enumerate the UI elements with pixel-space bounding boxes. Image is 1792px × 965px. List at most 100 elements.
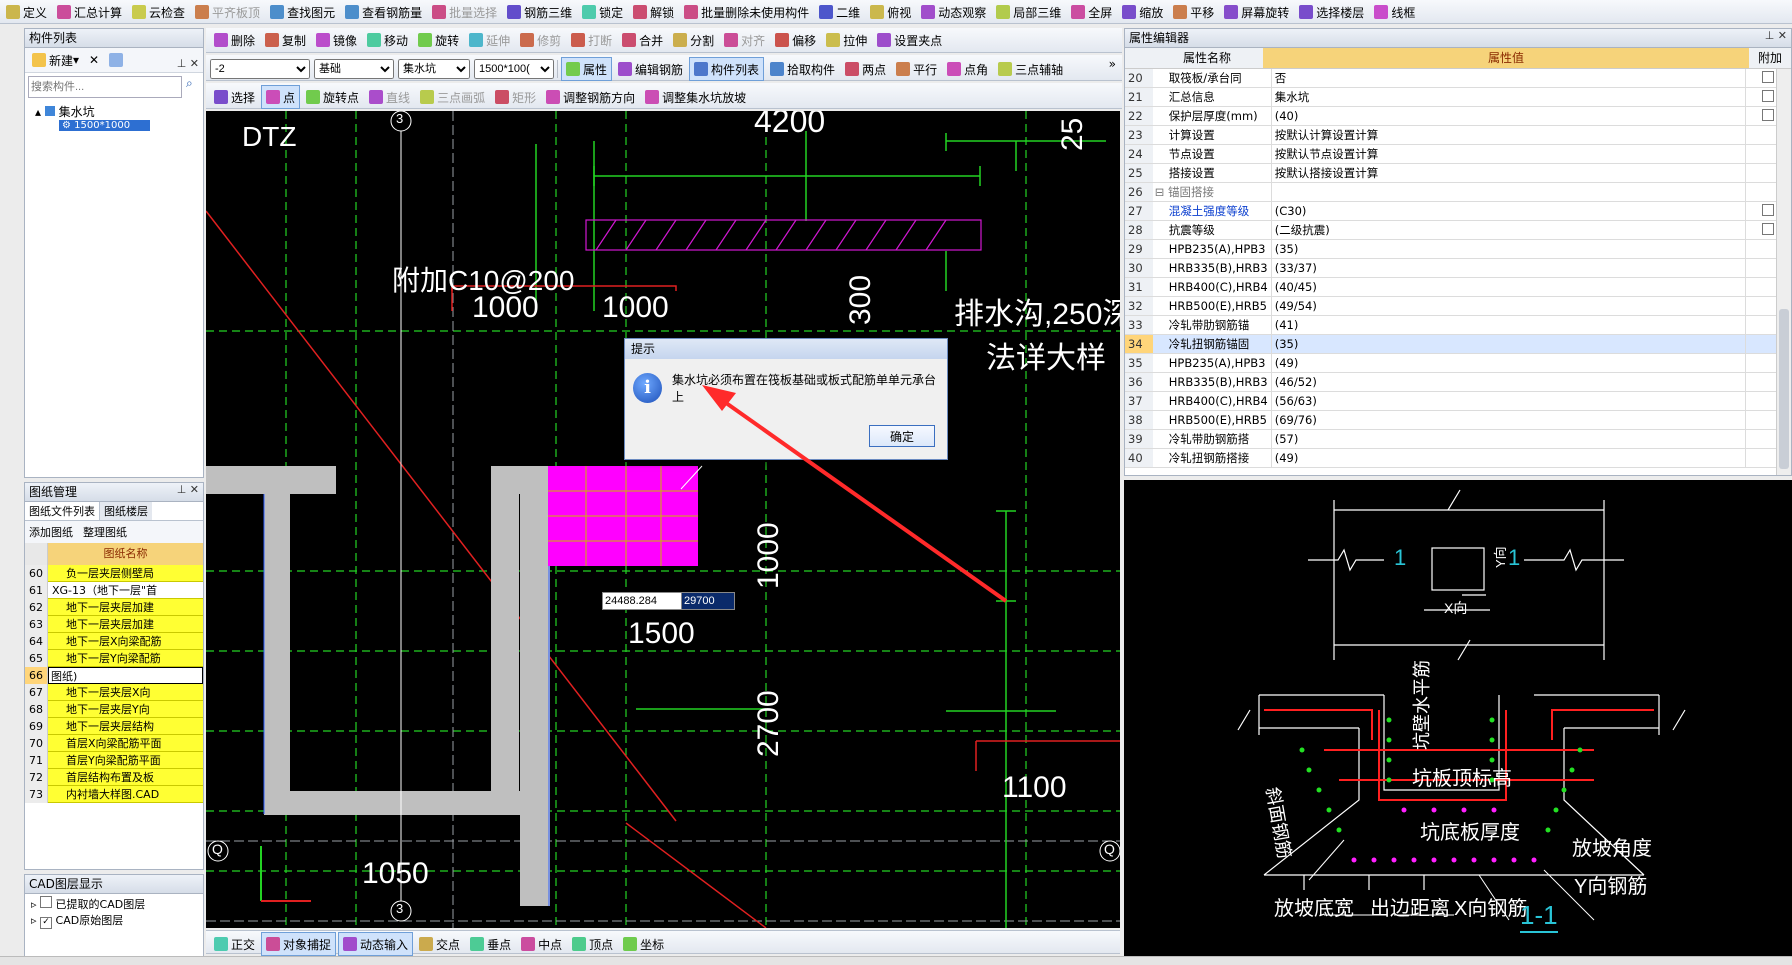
edit-tool-8[interactable]: 合并: [618, 29, 667, 51]
menu-item-9[interactable]: 解锁: [629, 1, 678, 23]
property-row[interactable]: 24 节点设置 按默认节点设置计算: [1125, 144, 1791, 164]
status-toggle-0[interactable]: 正交: [210, 933, 259, 955]
close-icon[interactable]: ⊥ ✕: [1765, 29, 1787, 42]
edit-tool-0[interactable]: 删除: [210, 29, 259, 51]
component-tool-3[interactable]: 拾取构件: [766, 58, 839, 80]
property-row[interactable]: 23 计算设置 按默认计算设置计算: [1125, 125, 1791, 145]
copy-component-button[interactable]: [105, 49, 130, 71]
checkbox[interactable]: [40, 896, 53, 908]
component-tool-2[interactable]: 构件列表: [689, 57, 765, 81]
drawing-row[interactable]: 68 地下一层夹层Y向: [25, 701, 203, 718]
property-row[interactable]: 38 HRB500(E),HRB5 (69/76): [1125, 410, 1791, 430]
property-row[interactable]: 34 冷轧扭钢筋锚固 (35): [1125, 334, 1791, 354]
draw-tool-4[interactable]: 三点画弧: [416, 86, 489, 108]
menu-item-14[interactable]: 局部三维: [992, 1, 1065, 23]
drawing-row[interactable]: 67 地下一层夹层X向: [25, 684, 203, 701]
category-select[interactable]: 基础: [314, 59, 394, 79]
layer-original[interactable]: ▹ ✓ CAD原始图层: [31, 912, 197, 929]
component-tool-1[interactable]: 编辑钢筋: [614, 58, 687, 80]
drawing-row[interactable]: 66 图纸): [25, 667, 203, 684]
menu-item-16[interactable]: 缩放: [1118, 1, 1167, 23]
drawing-row[interactable]: 60 负一层夹层侧壁局: [25, 565, 203, 582]
menu-item-3[interactable]: 平齐板顶: [191, 1, 264, 23]
menu-item-15[interactable]: 全屏: [1067, 1, 1116, 23]
status-toggle-4[interactable]: 垂点: [466, 933, 515, 955]
menu-item-18[interactable]: 屏幕旋转: [1220, 1, 1293, 23]
attach-checkbox[interactable]: [1762, 203, 1775, 216]
status-toggle-3[interactable]: 交点: [415, 933, 464, 955]
status-toggle-1[interactable]: 对象捕捉: [261, 932, 337, 956]
menu-item-11[interactable]: 二维: [815, 1, 864, 23]
property-row[interactable]: 29 HPB235(A),HPB3 (35): [1125, 239, 1791, 259]
menu-item-10[interactable]: 批量删除未使用构件: [680, 1, 813, 23]
menu-item-0[interactable]: 定义: [2, 1, 51, 23]
tree-root-item[interactable]: ▴ 集水坑: [35, 103, 203, 120]
menu-item-13[interactable]: 动态观察: [917, 1, 990, 23]
new-component-button[interactable]: 新建 ▾: [28, 49, 83, 71]
delete-component-button[interactable]: ✕: [85, 49, 103, 71]
menu-item-6[interactable]: 批量选择: [428, 1, 501, 23]
coord-y-input[interactable]: [681, 592, 735, 610]
menu-item-12[interactable]: 俯视: [866, 1, 915, 23]
drawing-row[interactable]: 61 XG-13（地下一层"首: [25, 582, 203, 599]
edit-tool-1[interactable]: 复制: [261, 29, 310, 51]
component-tool-7[interactable]: 三点辅轴: [994, 58, 1067, 80]
draw-tool-2[interactable]: 旋转点: [302, 86, 363, 108]
draw-tool-6[interactable]: 调整钢筋方向: [542, 86, 639, 108]
attach-checkbox[interactable]: [1762, 222, 1775, 235]
drawing-row[interactable]: 65 地下一层Y向梁配筋: [25, 650, 203, 667]
property-row[interactable]: 26 ⊟ 锚固搭接: [1125, 182, 1791, 202]
search-icon[interactable]: ⌕: [186, 76, 193, 98]
edit-tool-12[interactable]: 拉伸: [822, 29, 871, 51]
edit-tool-9[interactable]: 分割: [669, 29, 718, 51]
layer-extracted[interactable]: ▹ 已提取的CAD图层: [31, 896, 197, 912]
edit-tool-11[interactable]: 偏移: [771, 29, 820, 51]
edit-tool-13[interactable]: 设置夹点: [873, 29, 946, 51]
add-drawing-button[interactable]: 添加图纸: [25, 521, 77, 543]
component-tool-6[interactable]: 点角: [943, 58, 992, 80]
ok-button[interactable]: 确定: [869, 425, 935, 447]
close-icon[interactable]: ⊥ ✕: [177, 483, 199, 496]
menu-item-2[interactable]: 云检查: [128, 1, 189, 23]
attach-checkbox[interactable]: [1762, 89, 1775, 102]
draw-tool-0[interactable]: 选择: [210, 86, 259, 108]
property-row[interactable]: 37 HRB400(C),HRB4 (56/63): [1125, 391, 1791, 411]
draw-tool-3[interactable]: 直线: [365, 86, 414, 108]
property-row[interactable]: 31 HRB400(C),HRB4 (40/45): [1125, 277, 1791, 297]
tab-drawing-files[interactable]: 图纸文件列表: [25, 502, 100, 520]
menu-item-8[interactable]: 锁定: [578, 1, 627, 23]
edit-tool-6[interactable]: 修剪: [516, 29, 565, 51]
tree-child-item[interactable]: ⚙ 1500*1000: [59, 120, 150, 131]
property-row[interactable]: 35 HPB235(A),HPB3 (49): [1125, 353, 1791, 373]
drawing-row[interactable]: 72 首层结构布置及板: [25, 769, 203, 786]
status-toggle-5[interactable]: 中点: [517, 933, 566, 955]
drawing-row[interactable]: 70 首层X向梁配筋平面: [25, 735, 203, 752]
spec-select[interactable]: 1500*100(: [474, 59, 554, 79]
edit-tool-3[interactable]: 移动: [363, 29, 412, 51]
edit-tool-2[interactable]: 镜像: [312, 29, 361, 51]
drawing-row[interactable]: 63 地下一层夹层加建: [25, 616, 203, 633]
menu-item-17[interactable]: 平移: [1169, 1, 1218, 23]
component-tool-0[interactable]: 属性: [561, 57, 613, 81]
attach-checkbox[interactable]: [1762, 70, 1775, 83]
type-select[interactable]: 集水坑: [398, 59, 470, 79]
drawing-row[interactable]: 64 地下一层X向梁配筋: [25, 633, 203, 650]
property-row[interactable]: 22 保护层厚度(mm) (40): [1125, 106, 1791, 126]
edit-tool-7[interactable]: 打断: [567, 29, 616, 51]
draw-tool-1[interactable]: 点: [261, 85, 301, 109]
menu-item-20[interactable]: 线框: [1370, 1, 1419, 23]
status-toggle-2[interactable]: 动态输入: [338, 932, 414, 956]
scrollbar[interactable]: [1776, 69, 1791, 475]
cad-canvas[interactable]: DTZ 4200 25 附加C10@200 1000 1000 300 排水沟,…: [206, 111, 1120, 928]
menu-item-7[interactable]: 钢筋三维: [503, 1, 576, 23]
component-tool-5[interactable]: 平行: [892, 58, 941, 80]
status-toggle-6[interactable]: 顶点: [568, 933, 617, 955]
property-row[interactable]: 30 HRB335(B),HRB3 (33/37): [1125, 258, 1791, 278]
drawing-row[interactable]: 71 首层Y向梁配筋平面: [25, 752, 203, 769]
property-row[interactable]: 20 取筏板/承台同否: [1125, 69, 1791, 88]
status-toggle-7[interactable]: 坐标: [619, 933, 668, 955]
property-row[interactable]: 32 HRB500(E),HRB5 (49/54): [1125, 296, 1791, 316]
drawing-row[interactable]: 62 地下一层夹层加建: [25, 599, 203, 616]
floor-select[interactable]: -2: [210, 59, 310, 79]
drawing-row[interactable]: 69 地下一层夹层结构: [25, 718, 203, 735]
